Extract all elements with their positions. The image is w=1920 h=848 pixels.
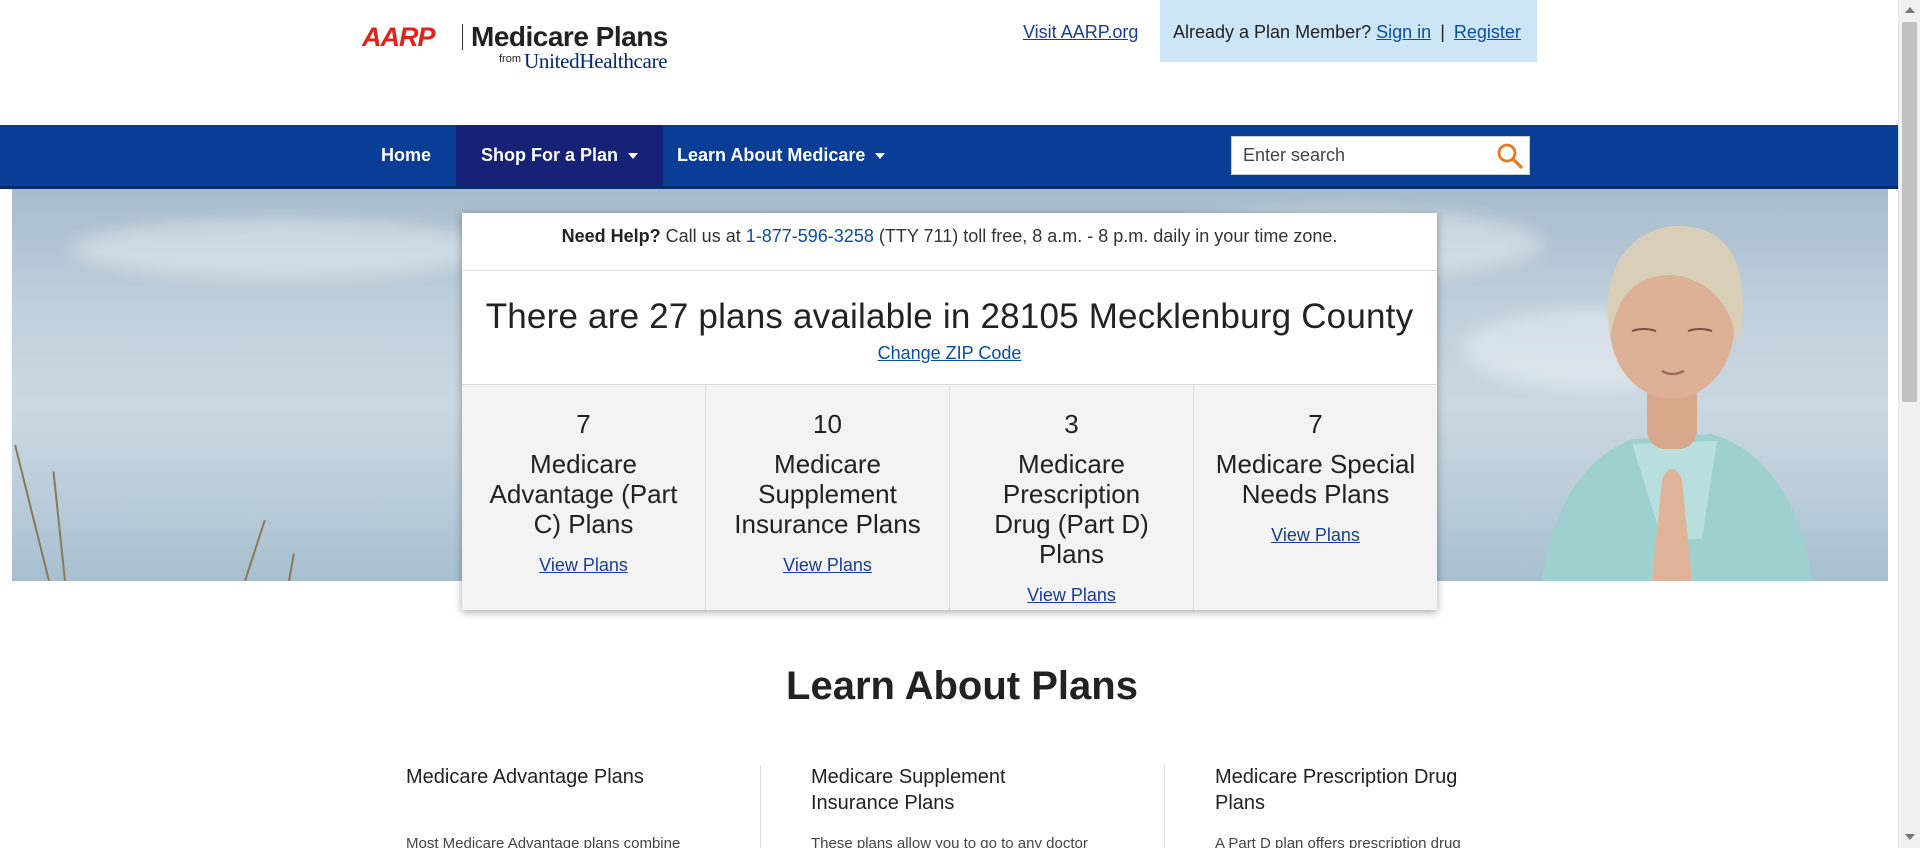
- nav-item-shop-for-a-plan[interactable]: Shop For a Plan: [456, 125, 664, 186]
- caret-down-icon: [875, 153, 886, 160]
- plan-type-grid: 7 Medicare Advantage (Part C) Plans View…: [462, 384, 1437, 610]
- learn-column-title[interactable]: Medicare Advantage Plans: [406, 764, 706, 790]
- plan-count: 10: [813, 409, 842, 439]
- plan-name: Medicare Special Needs Plans: [1215, 449, 1416, 509]
- scroll-up-arrow-icon[interactable]: [1905, 7, 1915, 13]
- hero-grass: [288, 553, 295, 581]
- plan-type-medicare-supplement: 10 Medicare Supplement Insurance Plans V…: [706, 385, 950, 610]
- main-navigation: Home Shop For a Plan Learn About Medicar…: [0, 125, 1898, 189]
- change-zip-link[interactable]: Change ZIP Code: [878, 343, 1022, 364]
- sign-in-link[interactable]: Sign in: [1376, 22, 1431, 42]
- register-link[interactable]: Register: [1454, 22, 1521, 42]
- view-plans-link[interactable]: View Plans: [1271, 525, 1360, 546]
- help-text-after: (TTY 711) toll free, 8 a.m. - 8 p.m. dai…: [878, 226, 1338, 246]
- plan-type-prescription-drug: 3 Medicare Prescription Drug (Part D) Pl…: [950, 385, 1194, 610]
- learn-column-title[interactable]: Medicare Prescription Drug Plans: [1215, 764, 1505, 816]
- hero-grass: [244, 519, 266, 581]
- page-scrollbar[interactable]: [1898, 0, 1920, 848]
- learn-column-prescription-drug: Medicare Prescription Drug Plans A Part …: [1215, 764, 1505, 848]
- scroll-down-arrow-icon[interactable]: [1905, 834, 1915, 840]
- plan-type-special-needs: 7 Medicare Special Needs Plans View Plan…: [1194, 385, 1437, 610]
- plan-availability-card: Need Help? Call us at 1-877-596-3258 (TT…: [462, 213, 1437, 610]
- view-plans-link[interactable]: View Plans: [539, 555, 628, 576]
- hero-grass: [14, 444, 50, 581]
- nav-item-learn-about-medicare[interactable]: Learn About Medicare: [652, 125, 910, 186]
- view-plans-link[interactable]: View Plans: [1027, 585, 1116, 606]
- plan-count: 7: [1308, 409, 1323, 439]
- column-divider: [1164, 765, 1165, 848]
- search-icon: [1497, 143, 1523, 169]
- caret-down-icon: [628, 153, 639, 160]
- nav-item-home[interactable]: Home: [356, 125, 456, 186]
- column-divider: [760, 765, 761, 848]
- aarp-wordmark: AARP: [362, 22, 436, 52]
- plan-count: 7: [576, 409, 591, 439]
- learn-about-plans-heading: Learn About Plans: [786, 664, 1138, 708]
- plan-name: Medicare Supplement Insurance Plans: [734, 449, 921, 539]
- hero-cloud: [72, 219, 492, 279]
- learn-column-title[interactable]: Medicare Supplement Insurance Plans: [811, 764, 1051, 816]
- aarp-medicare-plans-logo[interactable]: AARP Medicare Plans from UnitedHealthcar…: [362, 21, 682, 76]
- nav-item-label: Home: [381, 145, 432, 165]
- help-bar: Need Help? Call us at 1-877-596-3258 (TT…: [462, 213, 1437, 271]
- search-input[interactable]: [1232, 137, 1482, 174]
- plan-name: Medicare Advantage (Part C) Plans: [489, 449, 678, 539]
- learn-column-medicare-advantage: Medicare Advantage Plans Most Medicare A…: [406, 764, 706, 848]
- learn-column-text: Most Medicare Advantage plans combine: [406, 835, 681, 848]
- logo-partner-name: UnitedHealthcare: [524, 49, 668, 73]
- logo-from-text: from: [499, 53, 521, 65]
- help-phone-link[interactable]: 1-877-596-3258: [746, 226, 874, 246]
- help-lead: Need Help?: [561, 226, 661, 246]
- nav-item-label: Learn About Medicare: [677, 145, 866, 165]
- search-button[interactable]: [1495, 141, 1525, 171]
- view-plans-link[interactable]: View Plans: [783, 555, 872, 576]
- visit-aarp-link[interactable]: Visit AARP.org: [1023, 22, 1138, 43]
- availability-headline: There are 27 plans available in 28105 Me…: [485, 297, 1414, 336]
- site-search: [1231, 136, 1530, 175]
- logo-divider: [462, 24, 463, 50]
- plan-count: 3: [1064, 409, 1079, 439]
- plan-name: Medicare Prescription Drug (Part D) Plan…: [994, 449, 1149, 569]
- learn-column-text: A Part D plan offers prescription drug: [1215, 835, 1461, 848]
- plan-type-medicare-advantage: 7 Medicare Advantage (Part C) Plans View…: [462, 385, 706, 610]
- help-text-before: Call us at: [665, 226, 741, 246]
- member-login-box: Already a Plan Member? Sign in | Registe…: [1160, 0, 1537, 62]
- member-link-separator: |: [1440, 22, 1445, 42]
- nav-item-label: Shop For a Plan: [481, 145, 619, 165]
- hero-grass: [52, 471, 66, 581]
- member-prompt: Already a Plan Member?: [1173, 22, 1372, 42]
- scrollbar-thumb[interactable]: [1902, 22, 1917, 402]
- learn-column-text: These plans allow you to go to any docto…: [811, 835, 1088, 848]
- availability-headline-block: There are 27 plans available in 28105 Me…: [462, 271, 1437, 364]
- learn-column-medicare-supplement: Medicare Supplement Insurance Plans Thes…: [811, 764, 1088, 848]
- hero-woman-image: [1542, 225, 1812, 581]
- site-header: AARP Medicare Plans from UnitedHealthcar…: [0, 0, 1898, 125]
